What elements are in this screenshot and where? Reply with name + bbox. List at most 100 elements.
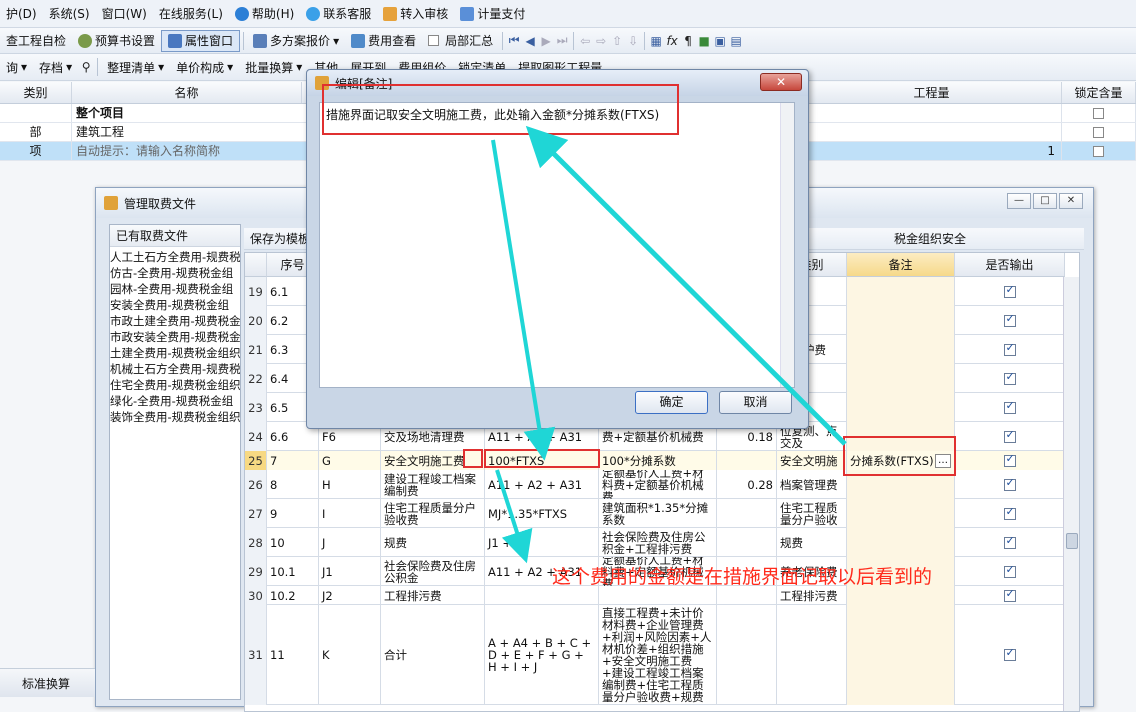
- query-button[interactable]: 询 ▾: [0, 56, 33, 78]
- cell-note[interactable]: [847, 306, 955, 335]
- cell-code[interactable]: K: [319, 605, 381, 705]
- cell-note[interactable]: [847, 335, 955, 364]
- multi-plan-quote-button[interactable]: 多方案报价 ▾: [247, 30, 345, 52]
- cell-rate[interactable]: [717, 605, 777, 705]
- menu-contact-support[interactable]: 联系客服: [300, 0, 377, 27]
- cell-note[interactable]: [847, 364, 955, 393]
- menu-system[interactable]: 系统(S): [43, 0, 96, 27]
- cell-note[interactable]: [847, 528, 955, 557]
- col-note[interactable]: 备注: [847, 253, 955, 277]
- col-lock[interactable]: 锁定含量: [1062, 82, 1136, 103]
- cell-name[interactable]: 社会保险费及住房公积金: [381, 557, 485, 586]
- cell-name[interactable]: 住宅工程质量分户验收费: [381, 499, 485, 528]
- cell-code[interactable]: J2: [319, 586, 381, 605]
- output-checkbox[interactable]: [955, 557, 1065, 586]
- fee-view-button[interactable]: 费用查看: [345, 30, 422, 52]
- next-icon[interactable]: ▶: [538, 34, 554, 48]
- unit-price-button[interactable]: 单价构成 ▾: [170, 56, 239, 78]
- cell-desc[interactable]: 社会保险费及住房公积金+工程排污费: [599, 528, 717, 557]
- cell-base[interactable]: A11 + A2 + A31: [485, 470, 599, 499]
- document-icon[interactable]: ▤: [728, 34, 744, 48]
- cell-rate[interactable]: 0.28: [717, 470, 777, 499]
- scrollbar-thumb[interactable]: [1066, 533, 1078, 549]
- image-icon[interactable]: ▣: [712, 34, 728, 48]
- list-item[interactable]: 园林-全费用-规费税金组: [110, 281, 240, 297]
- output-checkbox[interactable]: [955, 451, 1065, 470]
- cell-base[interactable]: MJ*1.35*FTXS: [485, 499, 599, 528]
- list-item[interactable]: 绿化-全费用-规费税金组: [110, 393, 240, 409]
- menu-online-service[interactable]: 在线服务(L): [153, 0, 229, 27]
- menu-transfer-audit[interactable]: 转入审核: [377, 0, 454, 27]
- lock-checkbox[interactable]: [1062, 123, 1136, 141]
- output-checkbox[interactable]: [955, 277, 1065, 306]
- formula-icon[interactable]: fx: [664, 34, 680, 48]
- list-item[interactable]: 人工土石方全费用-规费税: [110, 249, 240, 265]
- list-item[interactable]: 市政土建全费用-规费税金: [110, 313, 240, 329]
- col-name[interactable]: 名称: [72, 82, 302, 103]
- cell-note[interactable]: [847, 393, 955, 422]
- menu-measurement-pay[interactable]: 计量支付: [454, 0, 531, 27]
- partial-summary-button[interactable]: 局部汇总: [422, 30, 499, 52]
- standard-convert-button[interactable]: 标准换算: [0, 672, 76, 694]
- col-type[interactable]: 类别: [0, 82, 72, 103]
- cell-cat[interactable]: 规费: [777, 528, 847, 557]
- menu-help[interactable]: 帮助(H): [229, 0, 300, 27]
- cell-seq[interactable]: 10.2: [267, 586, 319, 605]
- cell-cat[interactable]: 档案管理费: [777, 470, 847, 499]
- list-item[interactable]: 安装全费用-规费税金组: [110, 297, 240, 313]
- cell-seq[interactable]: 10.1: [267, 557, 319, 586]
- vertical-scrollbar[interactable]: [780, 103, 794, 387]
- organize-list-button[interactable]: 整理清单 ▾: [101, 56, 170, 78]
- cell-seq[interactable]: 8: [267, 470, 319, 499]
- cell-name[interactable]: 规费: [381, 528, 485, 557]
- output-checkbox[interactable]: [955, 335, 1065, 364]
- project-check-button[interactable]: 查工程自检: [0, 30, 72, 52]
- lock-checkbox[interactable]: [1062, 104, 1136, 122]
- col-qty[interactable]: 工程量: [802, 82, 1062, 103]
- cell-code[interactable]: I: [319, 499, 381, 528]
- cell-note[interactable]: [847, 277, 955, 306]
- cell-code[interactable]: G: [319, 451, 381, 470]
- list-item[interactable]: 仿古-全费用-规费税金组: [110, 265, 240, 281]
- cell-desc[interactable]: 建筑面积*1.35*分摊系数: [599, 499, 717, 528]
- list-item[interactable]: 机械土石方全费用-规费税: [110, 361, 240, 377]
- table-row[interactable]: 28 10 J 规费 J1 + J2 社会保险费及住房公积金+工程排污费 规费: [245, 528, 1079, 557]
- menu-maintain[interactable]: 护(D): [0, 0, 43, 27]
- last-icon[interactable]: ⏭: [554, 33, 570, 48]
- arrow-left-icon[interactable]: ⇦: [577, 34, 593, 48]
- cell-seq[interactable]: 9: [267, 499, 319, 528]
- output-checkbox[interactable]: [955, 470, 1065, 499]
- cancel-button[interactable]: 取消: [719, 391, 792, 414]
- cell-seq[interactable]: 11: [267, 605, 319, 705]
- list-item[interactable]: 土建全费用-规费税金组织: [110, 345, 240, 361]
- cell-seq[interactable]: 7: [267, 451, 319, 470]
- arrow-down-icon[interactable]: ⇩: [625, 34, 641, 48]
- list-item[interactable]: 市政安装全费用-规费税金: [110, 329, 240, 345]
- cell-desc[interactable]: 定额基价人工费+材料费+定额基价机械费: [599, 470, 717, 499]
- cell-rate[interactable]: [717, 451, 777, 470]
- cube-icon[interactable]: ■: [696, 34, 712, 48]
- table-row[interactable]: 31 11 K 合计 A + A4 + B + C + D + E + F + G + …: [245, 605, 1079, 705]
- note-textarea[interactable]: 措施界面记取安全文明施工费，此处输入金额*分摊系数(FTXS): [319, 102, 795, 388]
- budget-settings-button[interactable]: 预算书设置: [72, 30, 161, 52]
- cell-base[interactable]: J1 + J2: [485, 528, 599, 557]
- cell-base[interactable]: A + A4 + B + C + D + E + F + G + H + I +…: [485, 605, 599, 705]
- prev-icon[interactable]: ◀: [522, 34, 538, 48]
- vertical-scrollbar[interactable]: [1063, 277, 1079, 711]
- output-checkbox[interactable]: [955, 499, 1065, 528]
- minimize-button[interactable]: —: [1007, 193, 1031, 209]
- output-checkbox[interactable]: [955, 586, 1065, 605]
- cell-desc[interactable]: 100*分摊系数: [599, 451, 717, 470]
- output-checkbox[interactable]: [955, 364, 1065, 393]
- arrow-up-icon[interactable]: ⇧: [609, 34, 625, 48]
- output-checkbox[interactable]: [955, 605, 1065, 705]
- output-checkbox[interactable]: [955, 422, 1065, 451]
- cell-cat[interactable]: 住宅工程质量分户验收: [777, 499, 847, 528]
- calculator-icon[interactable]: ▦: [648, 34, 664, 48]
- output-checkbox[interactable]: [955, 528, 1065, 557]
- first-icon[interactable]: ⏮: [506, 33, 522, 48]
- cell-note[interactable]: [847, 499, 955, 528]
- close-button[interactable]: ✕: [760, 73, 802, 91]
- cell-name[interactable]: 合计: [381, 605, 485, 705]
- maximize-button[interactable]: □: [1033, 193, 1057, 209]
